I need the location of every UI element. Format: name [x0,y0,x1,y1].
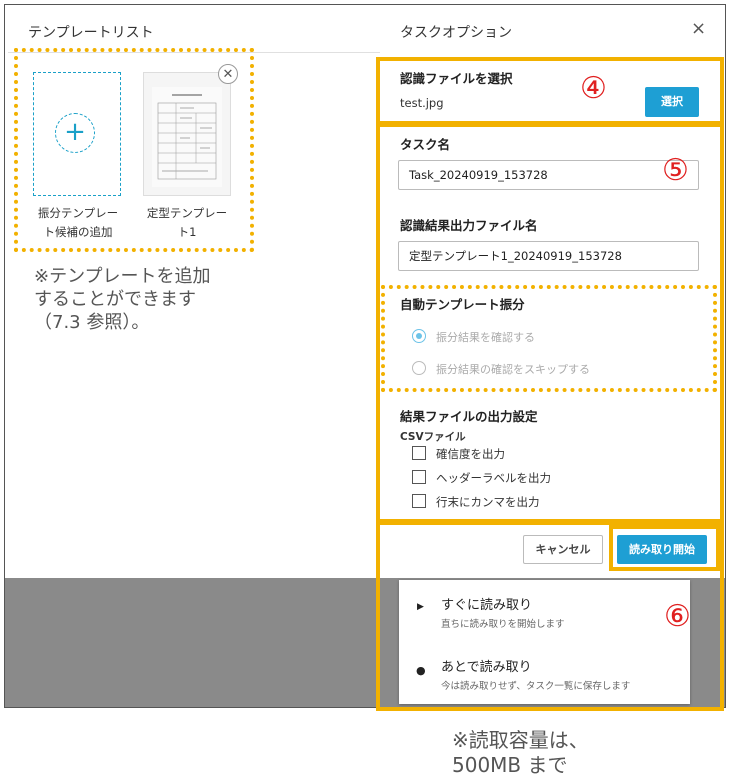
annotation-number-6: ⑥ [664,599,691,634]
close-icon[interactable]: × [691,18,706,39]
task-options-title: タスクオプション [400,25,512,41]
note-line: ※テンプレートを追加 [34,266,211,287]
annotation-number-4: ④ [580,71,607,106]
note-line: することができます [34,289,196,310]
note-capacity: ※読取容量は、 500MB まで [452,728,589,778]
note-line: 500MB まで [452,753,568,777]
note-line: （7.3 参照）。 [34,312,150,333]
note-templates: ※テンプレートを追加 することができます （7.3 参照）。 [34,265,211,334]
annotation-number-5: ⑤ [662,153,689,188]
note-line: ※読取容量は、 [452,728,589,752]
annotation-auto-sort-highlight [381,285,717,392]
template-list-title: テンプレートリスト [28,25,154,41]
annotation-template-highlight [14,48,254,252]
annotation-start-button [609,525,720,571]
annotation-box-4 [376,57,724,125]
